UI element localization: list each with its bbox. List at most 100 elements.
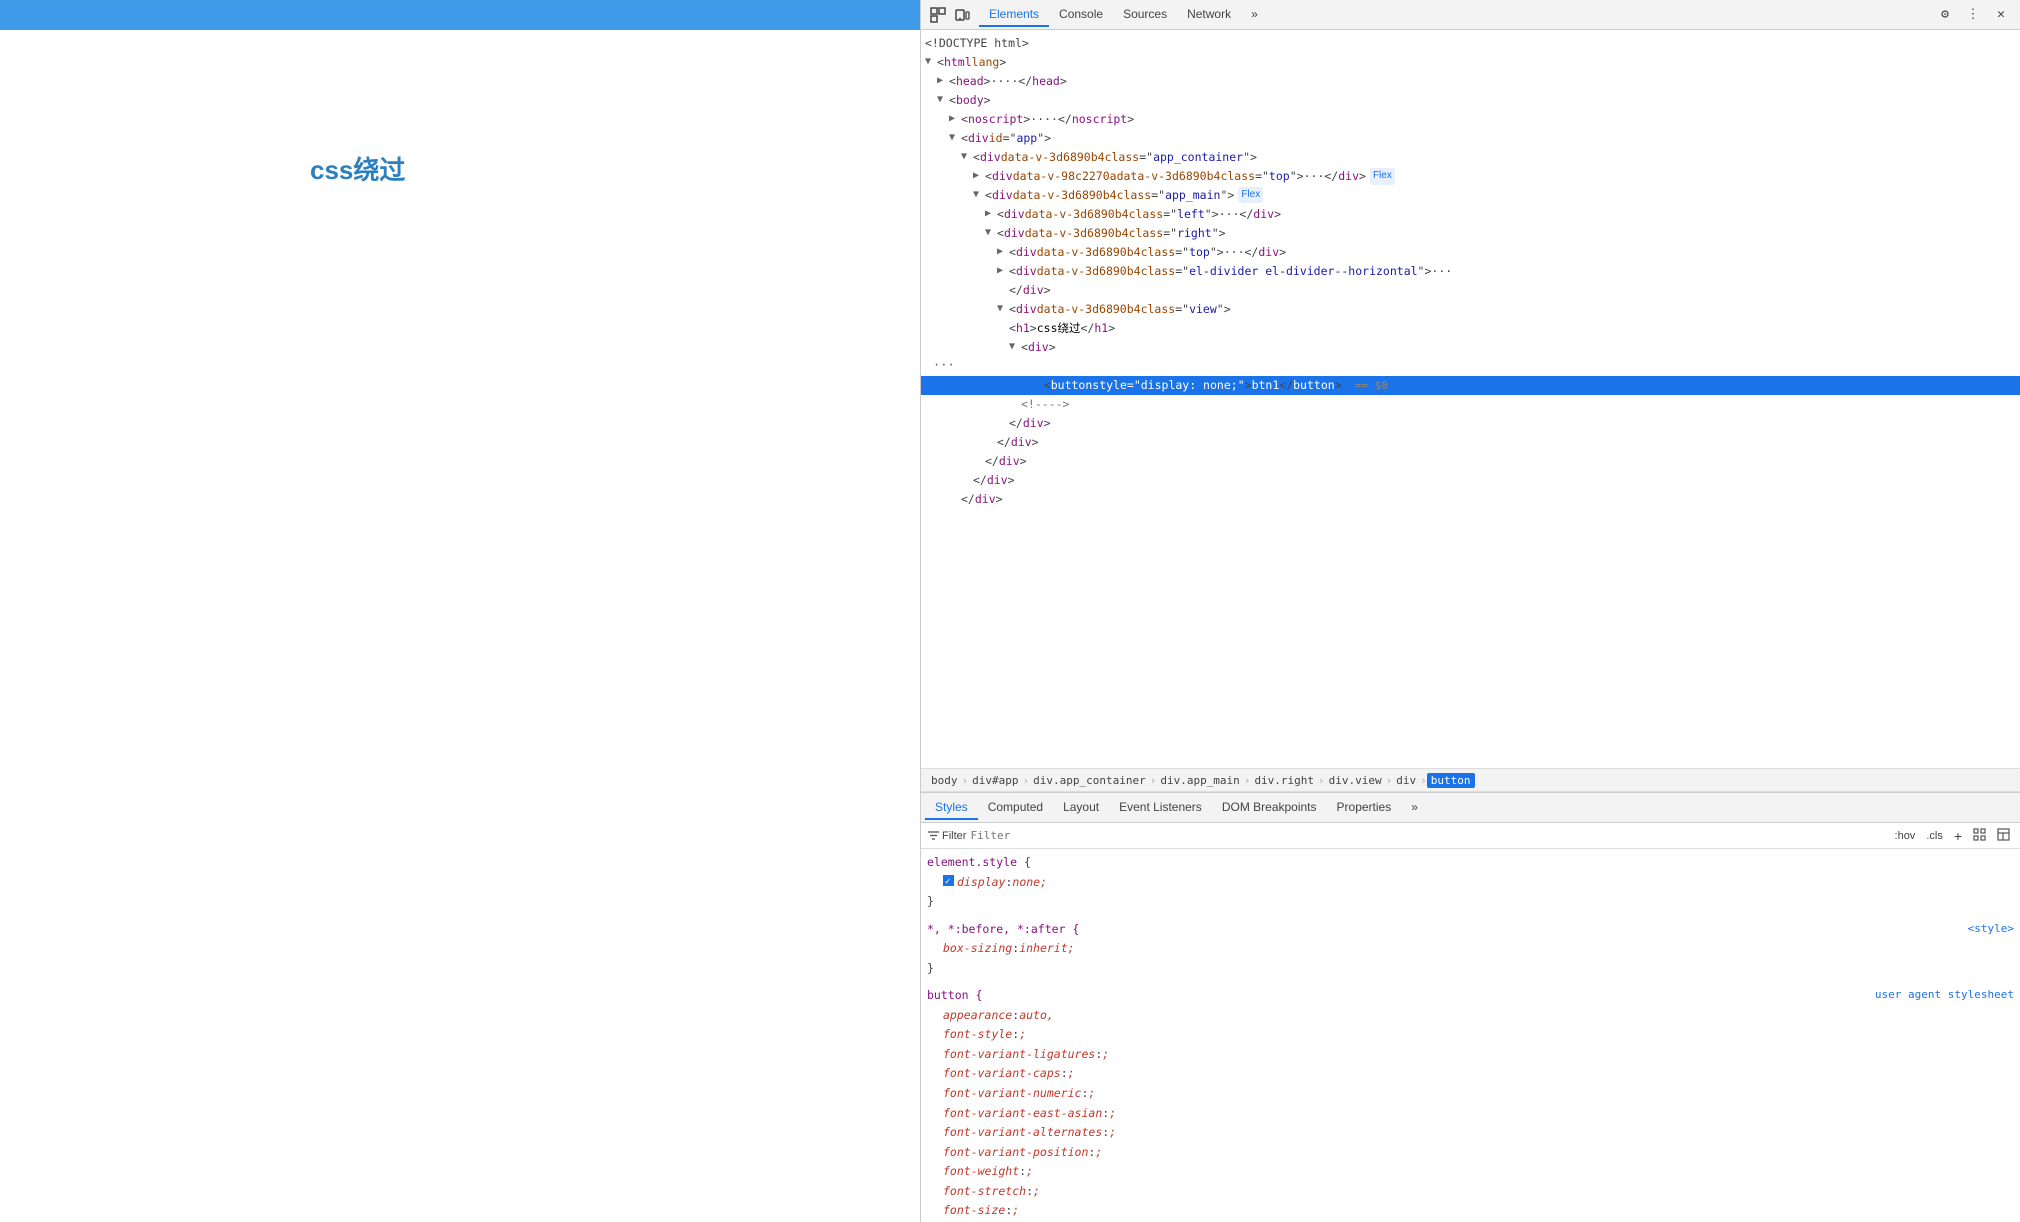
breadcrumb-div-right[interactable]: div.right — [1250, 773, 1318, 788]
css-rule-universal: *, *:before, *:after { <style> box-sizin… — [927, 920, 2014, 979]
style-tab-dom-breakpoints[interactable]: DOM Breakpoints — [1212, 796, 1327, 820]
devtools-right-icons: ⚙ ⋮ ✕ — [1934, 4, 2014, 26]
css-rule-button: button { user agent stylesheet appearanc… — [927, 986, 2014, 1222]
tree-line: ▶<noscript>····</noscript> — [921, 110, 2020, 129]
tree-line: ▼<div data-v-3d6890b4 class="right"> — [921, 224, 2020, 243]
tab-sources[interactable]: Sources — [1113, 3, 1177, 27]
tree-line: </div> — [921, 414, 2020, 433]
tree-line: </div> — [921, 281, 2020, 300]
breadcrumb-button[interactable]: button — [1427, 773, 1475, 788]
devtools-panel: Elements Console Sources Network » ⚙ ⋮ ✕… — [920, 0, 2020, 1222]
tree-line: ▼<div data-v-3d6890b4 class="app_contain… — [921, 148, 2020, 167]
inspect-icon[interactable] — [927, 4, 949, 26]
css-source-link[interactable]: <style> — [1968, 920, 2014, 939]
css-value: inherit; — [1019, 939, 1074, 959]
tree-line: ▼<div data-v-3d6890b4 class="app_main"> … — [921, 186, 2020, 205]
selected-tree-line[interactable]: <button style="display: none;">btn1</but… — [921, 376, 2020, 395]
css-selector: *, *:before, *:after { — [927, 922, 1079, 936]
tree-line: ▼<body> — [921, 91, 2020, 110]
breadcrumb-bar: body › div#app › div.app_container › div… — [921, 768, 2020, 792]
tree-line: ▶<div data-v-98c2270a data-v-3d6890b4 cl… — [921, 167, 2020, 186]
css-prop-line: display: none; — [927, 873, 2014, 893]
breadcrumb-div-app[interactable]: div#app — [968, 773, 1022, 788]
tree-line: ▶<head>····</head> — [921, 72, 2020, 91]
layout-icon[interactable] — [1993, 827, 2014, 845]
css-prop-font-size: font-size: ; — [927, 1201, 2014, 1221]
style-tabs: Styles Computed Layout Event Listeners D… — [921, 793, 2020, 823]
add-rule-button[interactable]: + — [1950, 827, 1966, 845]
tree-line: ▼<div> — [921, 338, 2020, 357]
css-prop-appearance: appearance: auto, — [927, 1006, 2014, 1026]
style-tab-event-listeners[interactable]: Event Listeners — [1109, 796, 1212, 820]
css-prop-font-style: font-style: ; — [927, 1025, 2014, 1045]
tab-console[interactable]: Console — [1049, 3, 1113, 27]
css-selector: element.style — [927, 855, 1017, 869]
style-tab-computed[interactable]: Computed — [978, 796, 1053, 820]
css-prop-font-variant-alternates: font-variant-alternates: ; — [927, 1123, 2014, 1143]
tree-line: ▶<div data-v-3d6890b4 class="left">···</… — [921, 205, 2020, 224]
css-prop-font-variant-ligatures: font-variant-ligatures: ; — [927, 1045, 2014, 1065]
breadcrumb-div-app-container[interactable]: div.app_container — [1029, 773, 1150, 788]
css-prop-font-variant-numeric: font-variant-numeric: ; — [927, 1084, 2014, 1104]
styles-content: element.style { display: none; } *, *:be… — [921, 849, 2020, 1222]
hov-button[interactable]: :hov — [1891, 829, 1920, 843]
style-tab-styles[interactable]: Styles — [925, 796, 978, 820]
css-rule-element-style: element.style { display: none; } — [927, 853, 2014, 912]
settings-icon[interactable]: ⚙ — [1934, 4, 1956, 26]
tree-line: ▼<html lang> — [921, 53, 2020, 72]
style-tab-layout[interactable]: Layout — [1053, 796, 1109, 820]
page-top-bar — [0, 0, 920, 30]
more-icon[interactable]: ⋮ — [1962, 4, 1984, 26]
tree-line: <!DOCTYPE html> — [921, 34, 2020, 53]
tree-line: ▼<div id="app"> — [921, 129, 2020, 148]
filter-icon: Filter — [927, 829, 966, 842]
styles-panel: Styles Computed Layout Event Listeners D… — [921, 792, 2020, 1222]
css-prop-font-stretch: font-stretch: ; — [927, 1182, 2014, 1202]
css-property: display — [957, 873, 1005, 893]
style-tab-properties[interactable]: Properties — [1327, 796, 1402, 820]
css-prop-font-weight: font-weight: ; — [927, 1162, 2014, 1182]
devtools-tabs: Elements Console Sources Network » — [979, 3, 1934, 27]
filter-input[interactable] — [970, 829, 1886, 842]
tree-line: </div> — [921, 433, 2020, 452]
tree-line: <h1>css绕过</h1> — [921, 319, 2020, 338]
filter-bar: Filter :hov .cls + — [921, 823, 2020, 849]
filter-right-btns: :hov .cls + — [1891, 827, 2014, 845]
tab-elements[interactable]: Elements — [979, 3, 1049, 27]
tree-line: ▶<div data-v-3d6890b4 class="top">···</d… — [921, 243, 2020, 262]
css-prop-font-variant-caps: font-variant-caps: ; — [927, 1064, 2014, 1084]
css-checkbox[interactable] — [943, 875, 954, 886]
breadcrumb-div[interactable]: div — [1392, 773, 1420, 788]
close-icon[interactable]: ✕ — [1990, 4, 2012, 26]
css-prop-font-variant-position: font-variant-position: ; — [927, 1143, 2014, 1163]
tree-line: </div> — [921, 471, 2020, 490]
css-value: none; — [1012, 873, 1047, 893]
tree-line: ▼<div data-v-3d6890b4 class="view"> — [921, 300, 2020, 319]
tree-line: <!----> — [921, 395, 2020, 414]
css-prop-line: box-sizing: inherit; — [927, 939, 2014, 959]
devtools-toolbar: Elements Console Sources Network » ⚙ ⋮ ✕ — [921, 0, 2020, 30]
css-source-user-agent: user agent stylesheet — [1875, 986, 2014, 1006]
grid-icon[interactable] — [1969, 827, 1990, 845]
style-tab-more[interactable]: » — [1401, 796, 1428, 820]
tree-line: ▶<div data-v-3d6890b4 class="el-divider … — [921, 262, 2020, 281]
breadcrumb-div-view[interactable]: div.view — [1325, 773, 1386, 788]
css-property: box-sizing — [943, 939, 1012, 959]
page-title: css绕过 — [310, 150, 405, 187]
tree-line: </div> — [921, 490, 2020, 509]
tree-line: </div> — [921, 452, 2020, 471]
css-selector-button: button { — [927, 986, 982, 1006]
breadcrumb-body[interactable]: body — [927, 773, 962, 788]
tab-network[interactable]: Network — [1177, 3, 1241, 27]
cls-button[interactable]: .cls — [1922, 829, 1947, 843]
css-prop-font-variant-east-asian: font-variant-east-asian: ; — [927, 1104, 2014, 1124]
main-page: css绕过 — [0, 0, 920, 1222]
device-icon[interactable] — [951, 4, 973, 26]
tab-more[interactable]: » — [1241, 3, 1268, 27]
tree-ellipsis: ··· — [921, 356, 2020, 376]
filter-label: Filter — [942, 830, 966, 842]
breadcrumb-div-app-main[interactable]: div.app_main — [1156, 773, 1243, 788]
ellipsis-btn[interactable]: ··· — [929, 356, 959, 376]
page-content: css绕过 — [0, 30, 920, 1222]
html-tree: <!DOCTYPE html> ▼<html lang> ▶<head>····… — [921, 30, 2020, 768]
